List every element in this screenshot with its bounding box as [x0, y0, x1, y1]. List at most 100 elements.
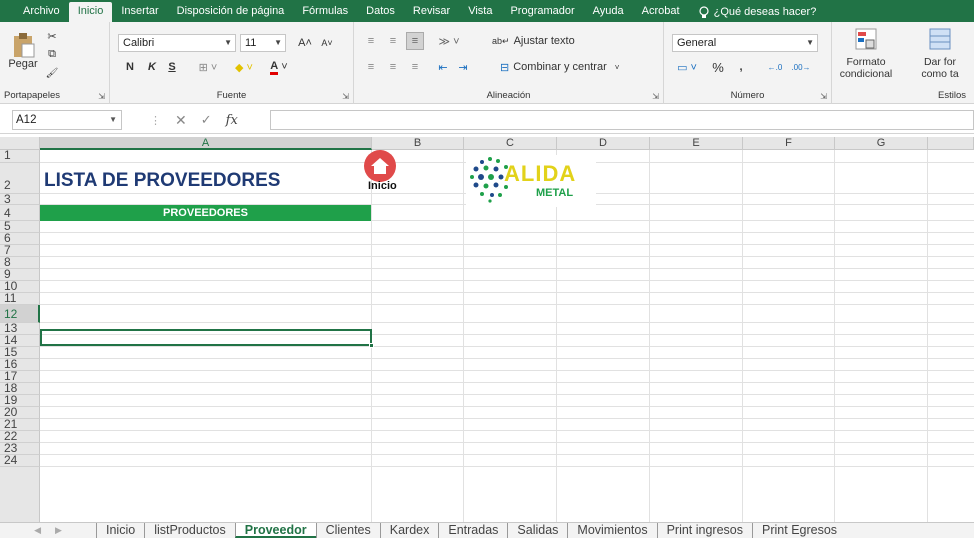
menu-datos[interactable]: Datos: [357, 2, 404, 22]
row-header[interactable]: 19: [0, 395, 40, 407]
row-header[interactable]: 21: [0, 419, 40, 431]
row-header[interactable]: 20: [0, 407, 40, 419]
orientation-icon[interactable]: ≫ ˅: [434, 32, 464, 50]
row-header[interactable]: 22: [0, 431, 40, 443]
sheet-tab-print-ingresos[interactable]: Print ingresos: [656, 523, 752, 538]
row-header[interactable]: 8: [0, 257, 40, 269]
menu-programador[interactable]: Programador: [501, 2, 583, 22]
format-table-button[interactable]: Dar for como ta: [906, 26, 974, 82]
sheet-tab-entradas[interactable]: Entradas: [438, 523, 507, 538]
shrink-font-icon[interactable]: A˅: [318, 34, 336, 52]
row-header[interactable]: 3: [0, 194, 40, 205]
row-header[interactable]: 5: [0, 221, 40, 233]
row-header[interactable]: 14: [0, 335, 40, 347]
formula-input[interactable]: [270, 110, 974, 130]
row-header[interactable]: 4: [0, 205, 40, 221]
cancel-icon[interactable]: ✕: [175, 112, 187, 129]
borders-icon[interactable]: ⊞ ˅: [194, 58, 222, 76]
sheet-tab-kardex[interactable]: Kardex: [379, 523, 439, 538]
select-all-corner[interactable]: [0, 137, 40, 150]
column-header-g[interactable]: G: [835, 137, 928, 150]
row-header[interactable]: 23: [0, 443, 40, 455]
copy-icon[interactable]: ⧉: [44, 46, 60, 62]
sheet-tab-proveedor[interactable]: Proveedor: [234, 523, 316, 538]
merge-center-button[interactable]: ⊟ Combinar y centrar ˅: [500, 58, 660, 76]
font-name-select[interactable]: Calibri ▼: [118, 34, 236, 52]
increase-indent-icon[interactable]: ⇥: [454, 58, 472, 76]
row-header[interactable]: 15: [0, 347, 40, 359]
tab-next-icon[interactable]: ▶: [55, 525, 62, 536]
row-header-selected[interactable]: 12: [0, 305, 40, 323]
row-header[interactable]: 24: [0, 455, 40, 467]
align-left-icon[interactable]: ≡: [362, 58, 380, 76]
row-header[interactable]: 7: [0, 245, 40, 257]
menu-revisar[interactable]: Revisar: [404, 2, 459, 22]
underline-button[interactable]: S: [164, 58, 180, 76]
column-header-b[interactable]: B: [372, 137, 464, 150]
font-size-select[interactable]: 11 ▼: [240, 34, 286, 52]
align-center-icon[interactable]: ≡: [384, 58, 402, 76]
sheet-tab-print-egresos[interactable]: Print Egresos: [752, 523, 846, 538]
align-top-icon[interactable]: ≡: [362, 32, 380, 50]
fill-color-icon[interactable]: ◆ ˅: [230, 58, 258, 76]
menu-acrobat[interactable]: Acrobat: [633, 2, 689, 22]
number-launcher-icon[interactable]: ⇲: [820, 92, 827, 101]
sheet-tab-inicio[interactable]: Inicio: [96, 523, 144, 538]
row-header[interactable]: 13: [0, 323, 40, 335]
column-header-next[interactable]: [928, 137, 974, 150]
row-header[interactable]: 18: [0, 383, 40, 395]
menu-inicio[interactable]: Inicio: [68, 2, 113, 22]
clipboard-launcher-icon[interactable]: ⇲: [98, 92, 105, 101]
sheet-tab-listproductos[interactable]: listProductos: [144, 523, 235, 538]
fill-handle[interactable]: [369, 343, 374, 348]
insert-function-icon[interactable]: fx: [226, 113, 238, 128]
sheet-tab-salidas[interactable]: Salidas: [507, 523, 567, 538]
decrease-indent-icon[interactable]: ⇤: [434, 58, 452, 76]
row-header[interactable]: 2: [0, 163, 40, 194]
align-bottom-icon[interactable]: ≡: [406, 32, 424, 50]
column-header-a[interactable]: A: [40, 137, 372, 150]
wrap-text-button[interactable]: ab↵ Ajustar texto: [492, 32, 592, 50]
menu-archivo[interactable]: Archivo: [14, 2, 69, 22]
menu-vista[interactable]: Vista: [459, 2, 501, 22]
row-header[interactable]: 1: [0, 150, 40, 163]
currency-icon[interactable]: ▭ ˅: [672, 58, 702, 76]
worksheet-grid[interactable]: A B C D E F G 1 2 3 4 5 6 7 8 9 10 11 12…: [0, 137, 974, 522]
alignment-launcher-icon[interactable]: ⇲: [652, 92, 659, 101]
font-launcher-icon[interactable]: ⇲: [342, 92, 349, 101]
paste-button[interactable]: Pegar: [8, 26, 38, 76]
font-color-icon[interactable]: A ˅: [264, 58, 294, 76]
align-middle-icon[interactable]: ≡: [384, 32, 402, 50]
tell-me-box[interactable]: ¿Qué deseas hacer?: [698, 2, 816, 22]
row-header[interactable]: 10: [0, 281, 40, 293]
column-header-c[interactable]: C: [464, 137, 557, 150]
column-header-e[interactable]: E: [650, 137, 743, 150]
menu-disposicion[interactable]: Disposición de página: [168, 2, 294, 22]
percent-button[interactable]: %: [710, 58, 726, 76]
row-header[interactable]: 16: [0, 359, 40, 371]
italic-button[interactable]: K: [144, 58, 160, 76]
row-header[interactable]: 17: [0, 371, 40, 383]
cut-icon[interactable]: ✂: [44, 28, 60, 44]
comma-button[interactable]: ,: [734, 58, 748, 76]
align-right-icon[interactable]: ≡: [406, 58, 424, 76]
row-header[interactable]: 6: [0, 233, 40, 245]
sheet-tab-movimientos[interactable]: Movimientos: [567, 523, 656, 538]
format-painter-icon[interactable]: 🖌: [44, 66, 60, 80]
selected-cell[interactable]: [40, 329, 372, 346]
menu-formulas[interactable]: Fórmulas: [293, 2, 357, 22]
sheet-tab-clientes[interactable]: Clientes: [315, 523, 380, 538]
home-button[interactable]: Inicio: [364, 150, 404, 194]
enter-icon[interactable]: ✓: [201, 112, 212, 128]
decrease-decimal-icon[interactable]: .00→: [790, 58, 812, 76]
menu-insertar[interactable]: Insertar: [112, 2, 167, 22]
name-box[interactable]: A12 ▼: [12, 110, 122, 130]
tab-prev-icon[interactable]: ◀: [34, 525, 41, 536]
grow-font-icon[interactable]: A˄: [296, 34, 314, 52]
column-header-d[interactable]: D: [557, 137, 650, 150]
increase-decimal-icon[interactable]: ←.0: [764, 58, 786, 76]
row-header[interactable]: 11: [0, 293, 40, 305]
column-header-f[interactable]: F: [743, 137, 835, 150]
number-format-select[interactable]: General ▼: [672, 34, 818, 52]
row-header[interactable]: 9: [0, 269, 40, 281]
